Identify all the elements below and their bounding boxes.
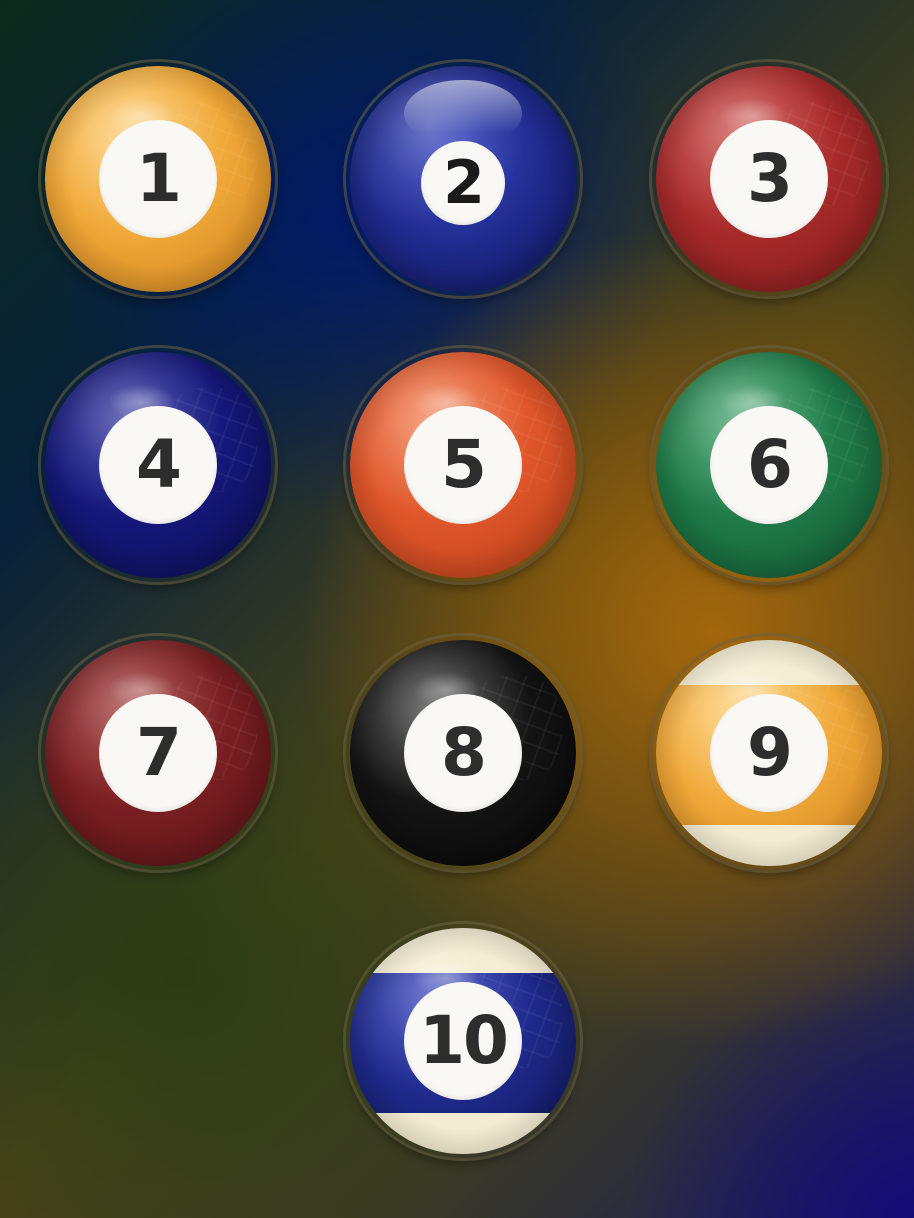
ball-number-disc: 8 (404, 694, 522, 812)
ball-number-disc: 1 (99, 120, 217, 238)
ball-5[interactable]: 5 (346, 348, 580, 582)
ball-number-disc: 9 (710, 694, 828, 812)
ball-body: 5 (350, 352, 576, 578)
ball-body: 8 (350, 640, 576, 866)
ball-2[interactable]: 2 (346, 62, 580, 296)
ball-6[interactable]: 6 (652, 348, 886, 582)
ball-number: 3 (747, 140, 793, 217)
ball-number: 9 (747, 714, 793, 791)
ball-9[interactable]: 9 (652, 636, 886, 870)
ball-body: 7 (45, 640, 271, 866)
ball-body: 9 (656, 640, 882, 866)
ball-body: 1 (45, 66, 271, 292)
ball-number-disc: 2 (421, 141, 505, 225)
ball-1[interactable]: 1 (41, 62, 275, 296)
ball-number: 4 (136, 426, 182, 503)
ball-body: 2 (350, 66, 576, 292)
ball-number-disc: 5 (404, 406, 522, 524)
ball-number: 1 (136, 140, 182, 217)
ball-number: 2 (443, 148, 485, 218)
ball-body: 10 (350, 928, 576, 1154)
ball-body: 4 (45, 352, 271, 578)
ball-10[interactable]: 10 (346, 924, 580, 1158)
ball-number-disc: 10 (404, 982, 522, 1100)
ball-number: 10 (419, 1002, 509, 1079)
ball-body: 6 (656, 352, 882, 578)
ball-number: 8 (441, 714, 487, 791)
ball-number-disc: 4 (99, 406, 217, 524)
ball-number-disc: 3 (710, 120, 828, 238)
ball-shine (404, 79, 522, 148)
ball-body: 3 (656, 66, 882, 292)
ball-4[interactable]: 4 (41, 348, 275, 582)
ball-number: 5 (441, 426, 487, 503)
ball-number: 6 (747, 426, 793, 503)
ball-8[interactable]: 8 (346, 636, 580, 870)
ball-number: 7 (136, 714, 182, 791)
ball-number-disc: 7 (99, 694, 217, 812)
ball-number-disc: 6 (710, 406, 828, 524)
ball-7[interactable]: 7 (41, 636, 275, 870)
ball-3[interactable]: 3 (652, 62, 886, 296)
